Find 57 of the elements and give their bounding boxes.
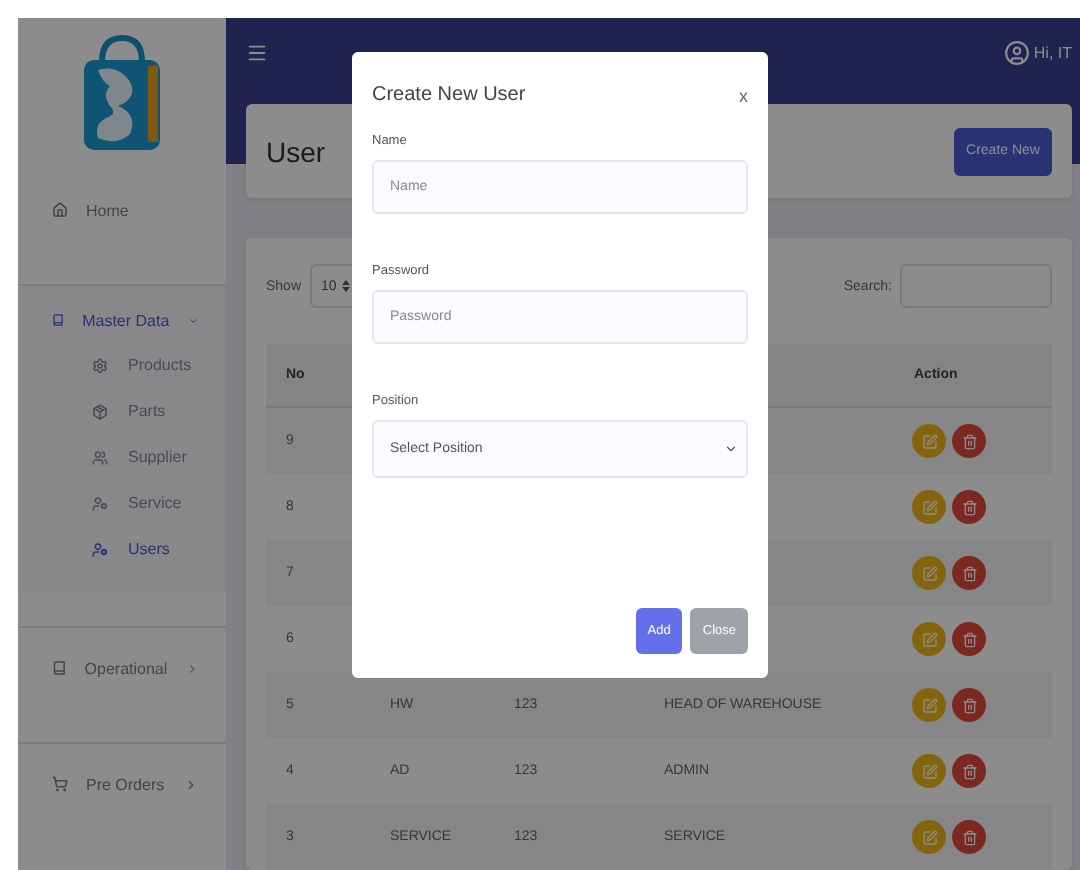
- users-icon: [92, 449, 108, 465]
- trash-icon: [961, 499, 977, 515]
- chevron-right-icon: [184, 777, 198, 791]
- usercog-icon: [92, 495, 108, 511]
- edit-icon: [921, 631, 937, 647]
- trash-icon: [961, 631, 977, 647]
- logo-icon: [78, 34, 166, 154]
- dismiss-x-button[interactable]: x: [739, 85, 748, 105]
- sidebar-item[interactable]: Master Data: [18, 298, 226, 342]
- page-title: User: [266, 135, 326, 168]
- delete-button[interactable]: [952, 490, 986, 524]
- edit-button[interactable]: [912, 820, 946, 854]
- box-icon: [92, 403, 108, 419]
- edit-button[interactable]: [912, 424, 946, 458]
- sidebar-subitem[interactable]: Parts: [18, 388, 226, 434]
- delete-button[interactable]: [952, 820, 986, 854]
- sidebar-subitem[interactable]: Service: [18, 480, 226, 526]
- sidebar-item[interactable]: Home: [18, 170, 226, 250]
- edit-icon: [921, 565, 937, 581]
- edit-button[interactable]: [912, 490, 946, 524]
- trash-icon: [961, 433, 977, 449]
- user-greeting: Hi, IT: [1033, 43, 1072, 62]
- delete-button[interactable]: [952, 424, 986, 458]
- sidebar-subitem[interactable]: Supplier: [18, 434, 226, 480]
- edit-button[interactable]: [912, 556, 946, 590]
- book-icon: [52, 312, 65, 328]
- trash-icon: [961, 565, 977, 581]
- sidebar-item[interactable]: Pre Orders: [18, 744, 226, 824]
- edit-icon: [921, 763, 937, 779]
- cart-icon: [52, 776, 68, 792]
- delete-button[interactable]: [952, 688, 986, 722]
- edit-icon: [921, 697, 937, 713]
- chevron-down-icon: [724, 442, 738, 456]
- delete-button[interactable]: [952, 754, 986, 788]
- delete-button[interactable]: [952, 556, 986, 590]
- trash-icon: [961, 697, 977, 713]
- edit-icon: [921, 433, 937, 449]
- edit-icon: [921, 499, 937, 515]
- sidebar-subitem[interactable]: Users: [18, 526, 226, 572]
- chevron-down-icon: [187, 313, 198, 327]
- menu-icon[interactable]: [246, 41, 268, 64]
- avatar-icon[interactable]: [1003, 39, 1030, 66]
- trash-icon: [961, 829, 977, 845]
- dialog-title: Create New User: [372, 84, 526, 106]
- sidebar-item[interactable]: Operational: [18, 628, 226, 708]
- usercog-icon: [92, 541, 108, 557]
- delete-button[interactable]: [952, 622, 986, 656]
- book-icon: [52, 660, 67, 676]
- sidebar-subitem[interactable]: Products: [18, 342, 226, 388]
- edit-button[interactable]: [912, 622, 946, 656]
- edit-button[interactable]: [912, 688, 946, 722]
- trash-icon: [961, 763, 977, 779]
- home-icon: [52, 202, 68, 218]
- edit-icon: [921, 829, 937, 845]
- edit-button[interactable]: [912, 754, 946, 788]
- gear-icon: [92, 357, 108, 373]
- chevron-right-icon: [185, 661, 198, 675]
